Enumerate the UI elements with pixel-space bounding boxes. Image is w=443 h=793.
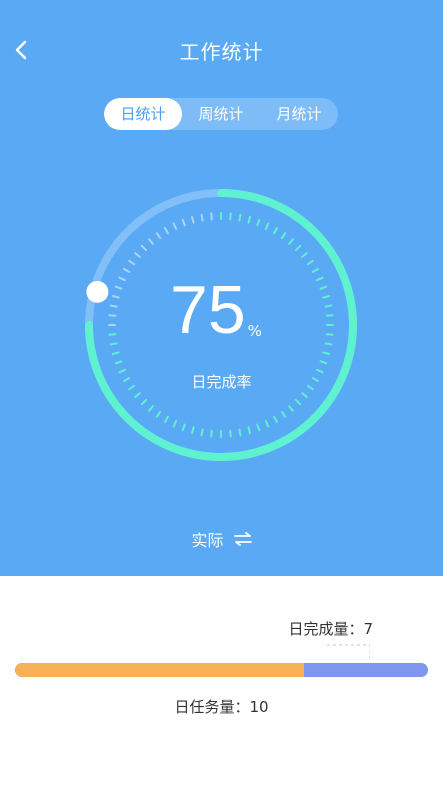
task-progress-fill [15, 663, 305, 677]
dial-tick [280, 410, 287, 418]
completion-percent: 75 % [170, 276, 262, 344]
dial-tick [238, 428, 242, 437]
dial-tick [322, 351, 331, 355]
dial-tick [140, 398, 148, 406]
dial-tick [200, 213, 204, 222]
dial-tick [123, 268, 131, 273]
dial-tick [229, 429, 232, 438]
daily-task-label: 日任务量：10 [174, 698, 269, 716]
dial-tick [200, 428, 204, 437]
dial-tick [319, 285, 328, 290]
swap-arrows-icon [233, 532, 252, 546]
dial-tick [172, 420, 178, 428]
dial-tick [273, 227, 278, 235]
dial-tick [148, 405, 154, 412]
dial-tick [164, 415, 169, 423]
dial-tick [164, 227, 169, 235]
dial-tick [294, 398, 302, 406]
dial-tick [294, 244, 302, 252]
dial-tick [273, 415, 278, 423]
done-marker [327, 644, 370, 661]
dial-tick [134, 392, 141, 398]
dial-tick [210, 429, 213, 438]
dial-tick [210, 212, 213, 221]
dial-tick [229, 212, 232, 221]
dial-tick [301, 252, 308, 258]
dial-tick [264, 420, 270, 428]
dial-tick [325, 333, 334, 336]
dial-tick [108, 333, 117, 336]
dial-tick [108, 314, 117, 317]
dial-tick [301, 392, 308, 398]
dial-tick [316, 276, 324, 282]
dial-tick [324, 342, 333, 346]
dial-tick [319, 360, 328, 365]
dial-tick [114, 285, 123, 290]
completion-rate-label: 日完成率 [191, 373, 252, 391]
dial-tick [109, 342, 118, 346]
dial-tick [306, 259, 314, 266]
dial-tick [155, 232, 162, 240]
dial-tick [118, 276, 126, 282]
dial-tick [280, 232, 287, 240]
dial-tick [191, 215, 195, 224]
dial-tick [114, 360, 123, 365]
dial-tick [322, 295, 331, 299]
dial-tick [191, 426, 195, 435]
actual-toggle-label: 实际 [191, 531, 224, 550]
dial-tick [256, 218, 261, 227]
dial-tick [238, 213, 242, 222]
dial-tick [134, 252, 141, 258]
dial-tick [181, 218, 186, 227]
dial-tick [325, 314, 334, 317]
task-progress-bar [15, 663, 428, 677]
dial-tick [155, 410, 162, 418]
dial-tick [311, 268, 319, 273]
dial-tick [288, 238, 294, 245]
dial-tick [181, 423, 186, 432]
dial-tick [111, 351, 120, 355]
dial-tick [111, 295, 120, 299]
dial-tick [247, 426, 251, 435]
dial-tick [128, 259, 136, 266]
completion-percent-value: 75 [170, 272, 246, 348]
dial-tick [140, 244, 148, 252]
completion-percent-unit: % [247, 322, 262, 340]
dial-tick [247, 215, 251, 224]
daily-done-label: 日完成量：7 [288, 620, 373, 638]
dial-tick [172, 222, 178, 230]
dial-tick [148, 238, 154, 245]
actual-toggle-button[interactable]: 实际 [0, 527, 443, 551]
dial-tick [109, 304, 118, 308]
dial-tick [256, 423, 261, 432]
dial-knob [86, 280, 109, 303]
dial-tick [288, 405, 294, 412]
dial-tick [264, 222, 270, 230]
dial-tick [324, 304, 333, 308]
